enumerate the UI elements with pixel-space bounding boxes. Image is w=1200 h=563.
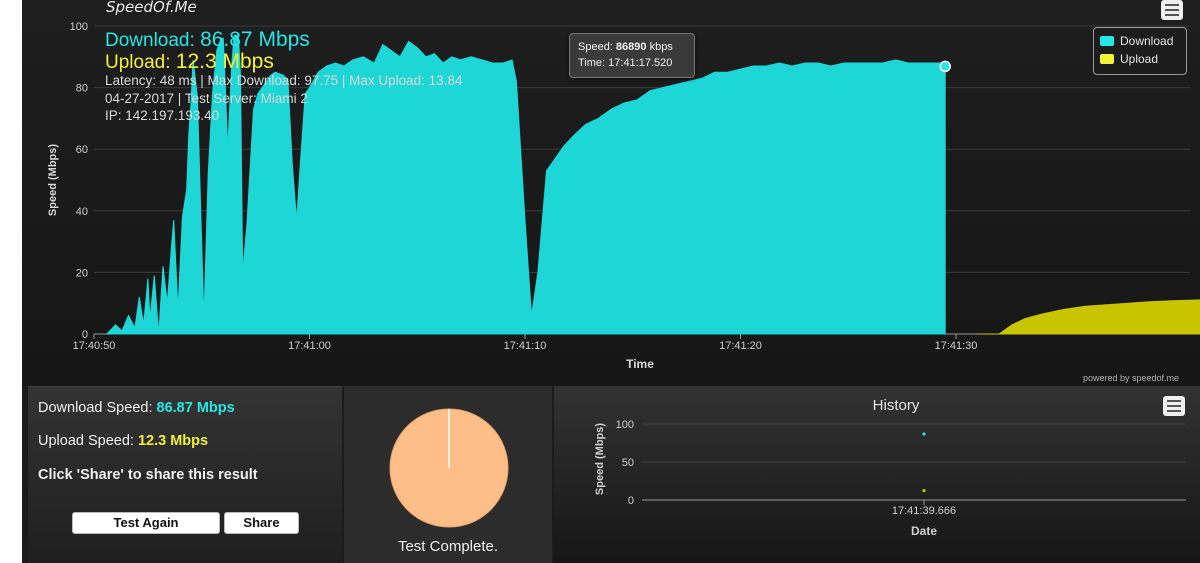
powered-by-link[interactable]: powered by speedof.me xyxy=(1083,373,1179,383)
speedtest-app: 0 20 40 60 80 100 17:40:50 17:41:00 17:41:10 17:4… xyxy=(22,0,1200,563)
upload-summary-value: 12.3 Mbps xyxy=(175,50,274,73)
tooltip-speed-value: 86890 xyxy=(615,41,647,53)
y-tick-label: 60 xyxy=(76,144,88,156)
history-title: History xyxy=(873,397,920,414)
download-summary: Download: 86.87 Mbps xyxy=(105,28,310,52)
history-upload-point xyxy=(922,489,926,493)
history-x-tick-label: 17:41:39.666 xyxy=(892,505,956,517)
upload-speed-label: Upload Speed: xyxy=(38,433,138,449)
y-tick-label: 20 xyxy=(76,267,88,279)
tooltip-speed-unit: kbps xyxy=(646,41,673,53)
download-summary-label: Download: xyxy=(105,30,201,51)
upload-area xyxy=(977,299,1200,335)
legend-item-upload[interactable]: Upload xyxy=(1100,52,1158,66)
legend-download-label: Download xyxy=(1120,34,1174,48)
tooltip-speed-label: Speed: xyxy=(578,41,616,53)
menu-line-icon xyxy=(1165,9,1179,11)
history-x-axis-title: Date xyxy=(911,524,937,538)
history-menu-button[interactable] xyxy=(1163,396,1185,416)
tooltip-time: Time: 17:41:17.520 xyxy=(578,57,673,69)
legend-upload-label: Upload xyxy=(1120,52,1159,66)
test-status: Test Complete. xyxy=(397,538,499,555)
share-hint: Click 'Share' to share this result xyxy=(38,467,258,483)
history-y-axis-title: Speed (Mbps) xyxy=(594,423,606,495)
x-axis-title: Time xyxy=(626,357,654,371)
y-tick-label: 40 xyxy=(76,206,88,218)
download-swatch xyxy=(1100,36,1114,46)
x-tick-label: 17:41:30 xyxy=(935,340,978,352)
tooltip-speed: Speed: 86890 kbps xyxy=(578,39,694,55)
history-chart: History 100 50 0 17:41:39.666 Date Speed (Mbps… xyxy=(554,386,1200,563)
menu-line-icon xyxy=(1165,4,1179,6)
menu-line-icon xyxy=(1167,400,1181,402)
share-button[interactable]: Share xyxy=(225,513,298,533)
download-summary-value: 86.87 Mbps xyxy=(200,28,310,51)
ip-info: IP: 142.197.193.40 xyxy=(105,108,220,123)
upload-summary-label: Upload: xyxy=(105,52,176,73)
results-panel: Download Speed: 86.87 Mbps Upload Speed:… xyxy=(28,386,342,563)
x-tick-label: 17:41:00 xyxy=(288,340,331,352)
legend-item-download[interactable]: Download xyxy=(1100,34,1173,48)
chart-legend: Download Upload xyxy=(1093,27,1187,75)
progress-pie-svg xyxy=(389,408,509,528)
menu-line-icon xyxy=(1167,405,1181,407)
menu-line-icon xyxy=(1165,14,1179,16)
highlight-point-marker xyxy=(939,60,951,73)
chart-tooltip: Speed: 86890 kbps Time: 17:41:17.520 xyxy=(569,33,695,78)
latency-info: Latency: 48 ms | Max Download: 97.75 | M… xyxy=(105,73,463,88)
history-y-tick-label: 0 xyxy=(628,495,634,507)
date-server-info: 04-27-2017 | Test Server: Miami 2 xyxy=(105,91,308,106)
x-tick-label: 17:41:20 xyxy=(719,340,762,352)
upload-summary: Upload: 12.3 Mbps xyxy=(105,50,274,74)
y-axis-title: Speed (Mbps) xyxy=(47,144,59,216)
download-speed-label: Download Speed: xyxy=(38,400,157,416)
upload-speed-stat: Upload Speed: 12.3 Mbps xyxy=(38,433,208,449)
x-tick-label: 17:40:50 xyxy=(73,340,116,352)
speed-chart: 0 20 40 60 80 100 17:40:50 17:41:00 17:41:10 17:4… xyxy=(22,0,1200,386)
test-again-button[interactable]: Test Again xyxy=(73,513,219,533)
y-tick-label: 80 xyxy=(76,83,88,95)
history-y-tick-label: 50 xyxy=(622,457,634,469)
x-tick-label: 17:41:10 xyxy=(504,340,547,352)
history-chart-svg: History 100 50 0 17:41:39.666 Date Speed (Mbps… xyxy=(594,397,1186,538)
upload-swatch xyxy=(1100,54,1114,64)
chart-menu-button[interactable] xyxy=(1161,0,1183,20)
download-speed-value: 86.87 Mbps xyxy=(156,400,235,416)
brand-title: SpeedOf.Me xyxy=(106,0,197,16)
download-speed-stat: Download Speed: 86.87 Mbps xyxy=(38,400,235,416)
upload-speed-value: 12.3 Mbps xyxy=(137,433,209,449)
history-y-tick-label: 100 xyxy=(616,419,634,431)
progress-pie-panel: Test Complete. xyxy=(344,386,552,563)
y-tick-label: 100 xyxy=(70,21,88,33)
history-download-point xyxy=(922,432,926,436)
menu-line-icon xyxy=(1167,410,1181,412)
